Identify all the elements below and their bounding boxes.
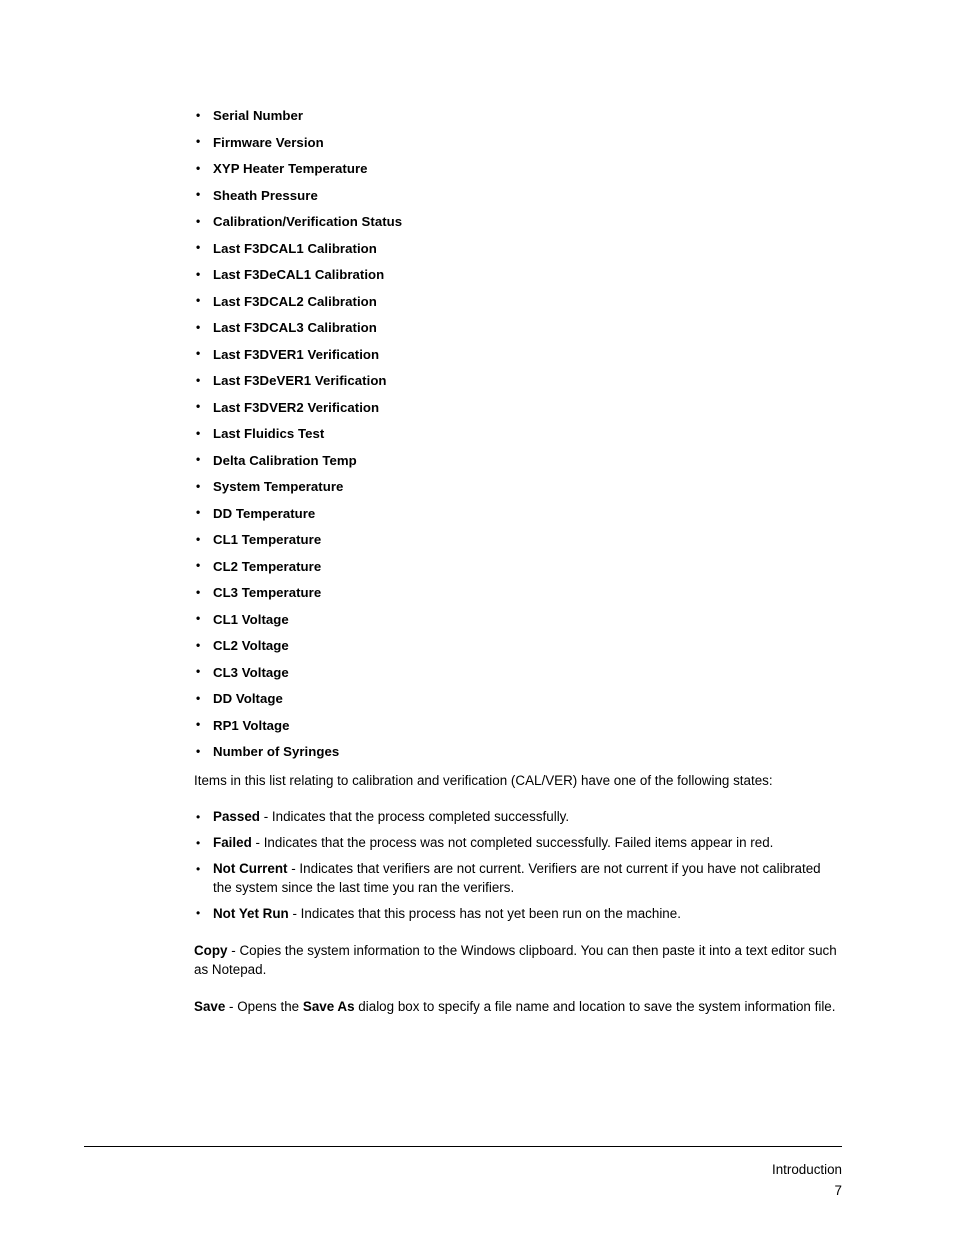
list-item: Last Fluidics Test — [194, 425, 842, 441]
list-item: Firmware Version — [194, 134, 842, 150]
list-item: XYP Heater Temperature — [194, 160, 842, 176]
list-item: Number of Syringes — [194, 743, 842, 759]
list-item: Last F3DCAL2 Calibration — [194, 293, 842, 309]
state-term: Passed — [213, 809, 260, 824]
system-information-item-list: Serial Number Firmware Version XYP Heate… — [194, 107, 842, 759]
list-item: Last F3DVER1 Verification — [194, 346, 842, 362]
copy-term: Copy — [194, 942, 228, 958]
save-text-after: dialog box to specify a file name and lo… — [354, 998, 836, 1014]
list-item: Failed - Indicates that the process was … — [194, 834, 840, 853]
page-content: Serial Number Firmware Version XYP Heate… — [194, 107, 842, 1017]
footer-divider — [84, 1146, 842, 1147]
list-item: Last F3DCAL3 Calibration — [194, 319, 842, 335]
save-term: Save — [194, 998, 226, 1014]
state-term: Not Current — [213, 861, 288, 877]
list-item: Not Yet Run - Indicates that this proces… — [194, 904, 840, 924]
list-item: Delta Calibration Temp — [194, 452, 842, 468]
footer-section-label: Introduction — [772, 1162, 842, 1177]
calver-state-list: Passed - Indicates that the process comp… — [194, 808, 840, 923]
list-item: Last F3DCAL1 Calibration — [194, 240, 842, 256]
list-item: Last F3DeCAL1 Calibration — [194, 266, 842, 282]
state-description: - Indicates that verifiers are not curre… — [213, 861, 821, 895]
list-item: CL3 Voltage — [194, 664, 842, 680]
list-item: Last F3DVER2 Verification — [194, 399, 842, 415]
state-description: - Indicates that the process completed s… — [259, 809, 570, 824]
list-item: RP1 Voltage — [194, 717, 842, 733]
list-item: Serial Number — [194, 107, 842, 123]
list-item: Sheath Pressure — [194, 187, 842, 203]
state-term: Not Yet Run — [213, 905, 289, 921]
intro-paragraph: Items in this list relating to calibrati… — [194, 773, 773, 789]
copy-paragraph: Copy - Copies the system information to … — [194, 942, 840, 979]
list-item: Passed - Indicates that the process comp… — [194, 808, 840, 827]
list-item: DD Voltage — [194, 690, 842, 706]
copy-description: - Copies the system information to the W… — [194, 942, 837, 977]
list-item: CL1 Temperature — [194, 531, 842, 547]
state-description: - Indicates that the process was not com… — [251, 835, 774, 851]
list-item: CL3 Temperature — [194, 584, 842, 600]
state-description: - Indicates that this process has not ye… — [288, 905, 681, 921]
list-item: Not Current - Indicates that verifiers a… — [194, 860, 840, 897]
state-term: Failed — [213, 835, 252, 851]
page-footer: Introduction 7 — [84, 1146, 842, 1200]
list-item: Calibration/Verification Status — [194, 213, 842, 229]
document-page: Serial Number Firmware Version XYP Heate… — [0, 0, 954, 1235]
list-item: System Temperature — [194, 478, 842, 494]
list-item: CL1 Voltage — [194, 611, 842, 627]
list-item: CL2 Temperature — [194, 558, 842, 574]
save-paragraph: Save - Opens the Save As dialog box to s… — [194, 998, 840, 1017]
save-text-before: - Opens the — [225, 998, 303, 1014]
footer-page-number: 7 — [834, 1182, 842, 1198]
list-item: DD Temperature — [194, 505, 842, 521]
save-as-emphasis: Save As — [302, 998, 355, 1014]
list-item: CL2 Voltage — [194, 637, 842, 653]
list-item: Last F3DeVER1 Verification — [194, 372, 842, 388]
